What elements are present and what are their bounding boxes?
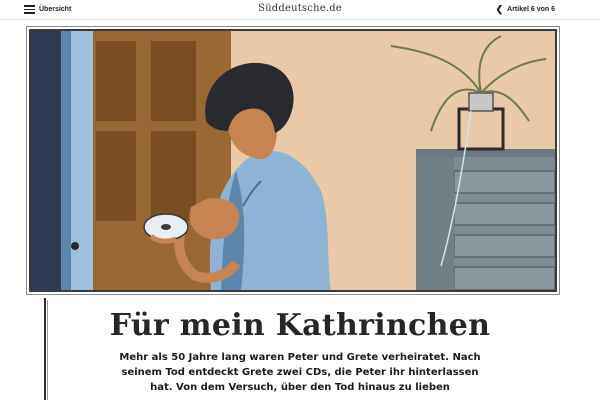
article-headline: Für mein Kathrinchen bbox=[109, 308, 491, 343]
illustration-woman-with-cd bbox=[31, 31, 555, 290]
article-illustration bbox=[29, 29, 557, 292]
article-counter: Artikel 6 von 6 bbox=[507, 6, 555, 13]
chevron-left-icon: ❮ bbox=[495, 4, 504, 14]
article-teaser: Mehr als 50 Jahre lang waren Peter und G… bbox=[119, 352, 481, 393]
article-nav-back-button[interactable]: ❮ Artikel 6 von 6 bbox=[496, 3, 555, 16]
top-bar: Übersicht Süddeutsche.de ❮ Artikel 6 von… bbox=[0, 0, 600, 20]
